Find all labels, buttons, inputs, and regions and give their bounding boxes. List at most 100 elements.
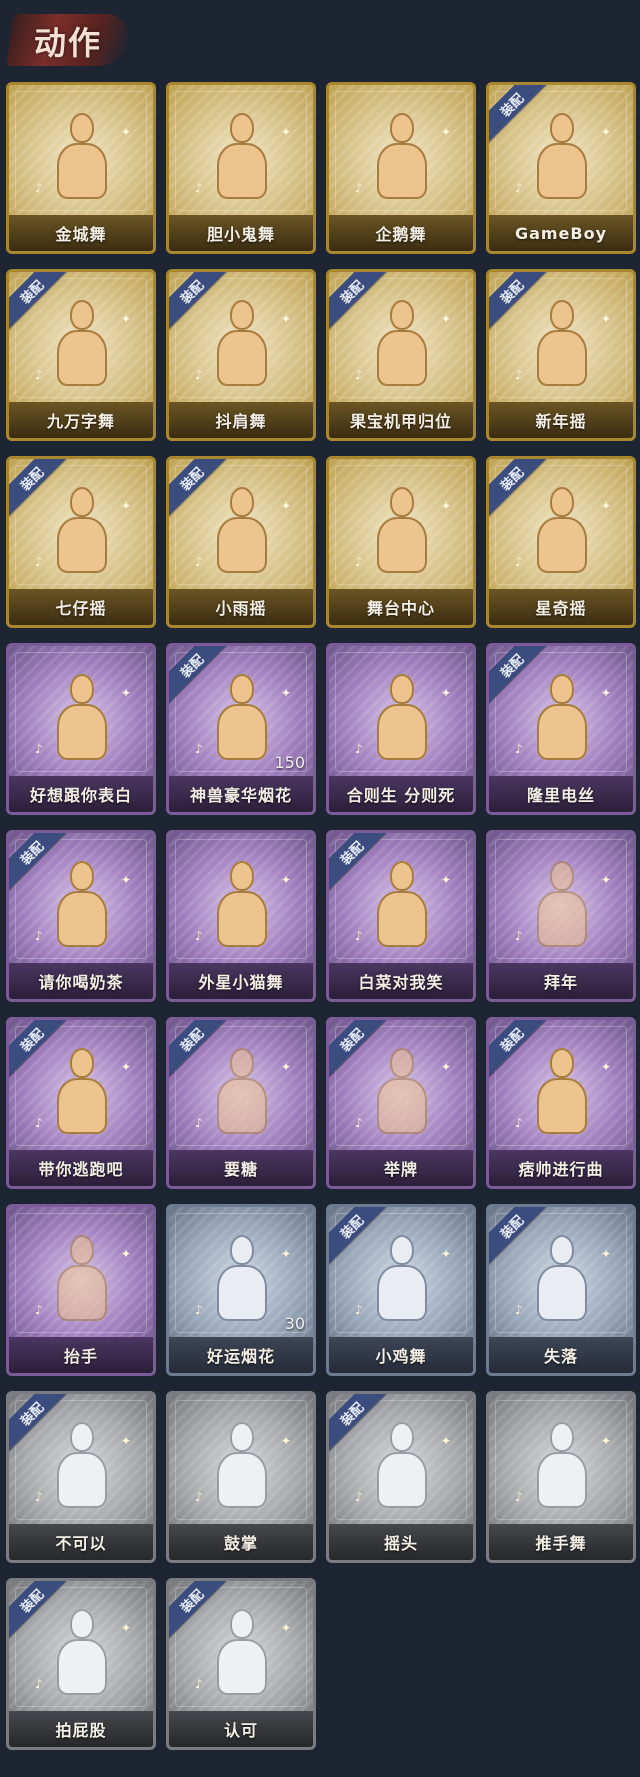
emote-figure-icon (207, 300, 277, 392)
card-label-bar: 带你逃跑吧 (9, 1150, 153, 1186)
card-label-bar: 拜年 (489, 963, 633, 999)
emote-card[interactable]: ✦ ♪ 举牌 装配 (326, 1017, 476, 1189)
sparkle-icon: ✦ (601, 686, 612, 700)
sparkle-icon: ✦ (441, 499, 452, 513)
sparkle-icon: ✦ (601, 125, 612, 139)
emote-card[interactable]: ✦ ♪ GameBoy 装配 (486, 82, 636, 254)
music-note-icon: ♪ (515, 555, 523, 569)
emote-card[interactable]: ✦ ♪ 新年摇 装配 (486, 269, 636, 441)
card-label-bar: 星奇摇 (489, 589, 633, 625)
card-label-bar: 抬手 (9, 1337, 153, 1373)
emote-name: 九万字舞 (46, 412, 115, 431)
emote-card[interactable]: ✦ ♪ 七仔摇 装配 (6, 456, 156, 628)
emote-name: 舞台中心 (366, 599, 435, 618)
emote-name: 举牌 (383, 1160, 418, 1179)
music-note-icon: ♪ (355, 1116, 363, 1130)
sparkle-icon: ✦ (281, 499, 292, 513)
emote-name: 好运烟花 (206, 1347, 275, 1366)
emote-card[interactable]: ✦ ♪ 好想跟你表白 (6, 643, 156, 815)
emote-name: 外星小猫舞 (198, 973, 284, 992)
emote-card[interactable]: ✦ ♪ 企鹅舞 (326, 82, 476, 254)
section-header: 动作 (0, 0, 640, 78)
sparkle-icon: ✦ (121, 1060, 132, 1074)
emote-name: 失落 (543, 1347, 578, 1366)
emote-figure-icon (527, 861, 597, 953)
emote-card[interactable]: ✦ ♪ 不可以 装配 (6, 1391, 156, 1563)
card-label-bar: 摇头 (329, 1524, 473, 1560)
music-note-icon: ♪ (355, 368, 363, 382)
emote-name: 果宝机甲归位 (349, 412, 452, 431)
card-label-bar: 好运烟花 (169, 1337, 313, 1373)
emote-card[interactable]: ✦ ♪ 果宝机甲归位 装配 (326, 269, 476, 441)
emote-card[interactable]: ✦ ♪ 推手舞 (486, 1391, 636, 1563)
emote-card[interactable]: ✦ ♪ 鼓掌 (166, 1391, 316, 1563)
sparkle-icon: ✦ (601, 873, 612, 887)
emote-name: 抬手 (63, 1347, 98, 1366)
emote-card[interactable]: ✦ ♪ 认可 装配 (166, 1578, 316, 1750)
emote-figure-icon (207, 1235, 277, 1327)
music-note-icon: ♪ (35, 1116, 43, 1130)
emote-figure-icon (47, 1235, 117, 1327)
emote-figure-icon (47, 487, 117, 579)
emote-card[interactable]: ✦ ♪ 抖肩舞 装配 (166, 269, 316, 441)
emote-name: GameBoy (514, 223, 608, 243)
music-note-icon: ♪ (515, 368, 523, 382)
emote-card[interactable]: ✦ ♪ 要糖 装配 (166, 1017, 316, 1189)
emote-card[interactable]: ✦ ♪ 小雨摇 装配 (166, 456, 316, 628)
emote-name: 合则生 分则死 (346, 786, 456, 805)
emote-card[interactable]: ✦ ♪ 痞帅进行曲 装配 (486, 1017, 636, 1189)
sparkle-icon: ✦ (121, 1247, 132, 1261)
emote-card[interactable]: ✦ ♪ 金城舞 (6, 82, 156, 254)
sparkle-icon: ✦ (441, 1247, 452, 1261)
music-note-icon: ♪ (195, 1490, 203, 1504)
emote-card[interactable]: ✦ ♪ 外星小猫舞 (166, 830, 316, 1002)
sparkle-icon: ✦ (441, 125, 452, 139)
music-note-icon: ♪ (515, 742, 523, 756)
emote-name: 神兽豪华烟花 (189, 786, 292, 805)
emote-card[interactable]: ✦ ♪ 摇头 装配 (326, 1391, 476, 1563)
emote-card[interactable]: ✦ ♪ 舞台中心 (326, 456, 476, 628)
emote-card[interactable]: ✦ ♪ 九万字舞 装配 (6, 269, 156, 441)
sparkle-icon: ✦ (121, 1434, 132, 1448)
card-label-bar: 不可以 (9, 1524, 153, 1560)
emote-card[interactable]: ✦ ♪ 失落 装配 (486, 1204, 636, 1376)
card-label-bar: 果宝机甲归位 (329, 402, 473, 438)
sparkle-icon: ✦ (601, 499, 612, 513)
sparkle-icon: ✦ (121, 312, 132, 326)
sparkle-icon: ✦ (281, 1247, 292, 1261)
sparkle-icon: ✦ (601, 1434, 612, 1448)
emote-card[interactable]: ✦ ♪ 带你逃跑吧 装配 (6, 1017, 156, 1189)
emote-card[interactable]: ✦ ♪ 胆小鬼舞 (166, 82, 316, 254)
emote-name: 认可 (223, 1721, 258, 1740)
emote-card[interactable]: ✦ ♪ 星奇摇 装配 (486, 456, 636, 628)
emote-card[interactable]: ✦ ♪ 抬手 (6, 1204, 156, 1376)
emote-card[interactable]: ✦ ♪ 拍屁股 装配 (6, 1578, 156, 1750)
emote-card[interactable]: ✦ ♪ 请你喝奶茶 装配 (6, 830, 156, 1002)
card-label-bar: 企鹅舞 (329, 215, 473, 251)
emote-card[interactable]: ✦ ♪ 白菜对我笑 装配 (326, 830, 476, 1002)
emote-figure-icon (47, 1048, 117, 1140)
sparkle-icon: ✦ (281, 873, 292, 887)
sparkle-icon: ✦ (601, 312, 612, 326)
emote-card[interactable]: ✦ ♪ 隆里电丝 装配 (486, 643, 636, 815)
music-note-icon: ♪ (195, 1303, 203, 1317)
emote-card[interactable]: ✦ ♪ 小鸡舞 装配 (326, 1204, 476, 1376)
emote-card[interactable]: ✦ ♪ 30 好运烟花 (166, 1204, 316, 1376)
emote-card[interactable]: ✦ ♪ 合则生 分则死 (326, 643, 476, 815)
card-label-bar: 外星小猫舞 (169, 963, 313, 999)
emote-name: 好想跟你表白 (29, 786, 132, 805)
emote-card[interactable]: ✦ ♪ 拜年 (486, 830, 636, 1002)
emote-figure-icon (367, 113, 437, 205)
emote-figure-icon (367, 1422, 437, 1514)
music-note-icon: ♪ (195, 555, 203, 569)
sparkle-icon: ✦ (441, 686, 452, 700)
card-label-bar: 鼓掌 (169, 1524, 313, 1560)
emote-figure-icon (527, 674, 597, 766)
emote-figure-icon (47, 1422, 117, 1514)
emote-name: 白菜对我笑 (358, 973, 444, 992)
card-label-bar: 金城舞 (9, 215, 153, 251)
card-label-bar: GameBoy (489, 215, 633, 251)
sparkle-icon: ✦ (281, 686, 292, 700)
sparkle-icon: ✦ (441, 873, 452, 887)
emote-card[interactable]: ✦ ♪ 150 神兽豪华烟花 装配 (166, 643, 316, 815)
